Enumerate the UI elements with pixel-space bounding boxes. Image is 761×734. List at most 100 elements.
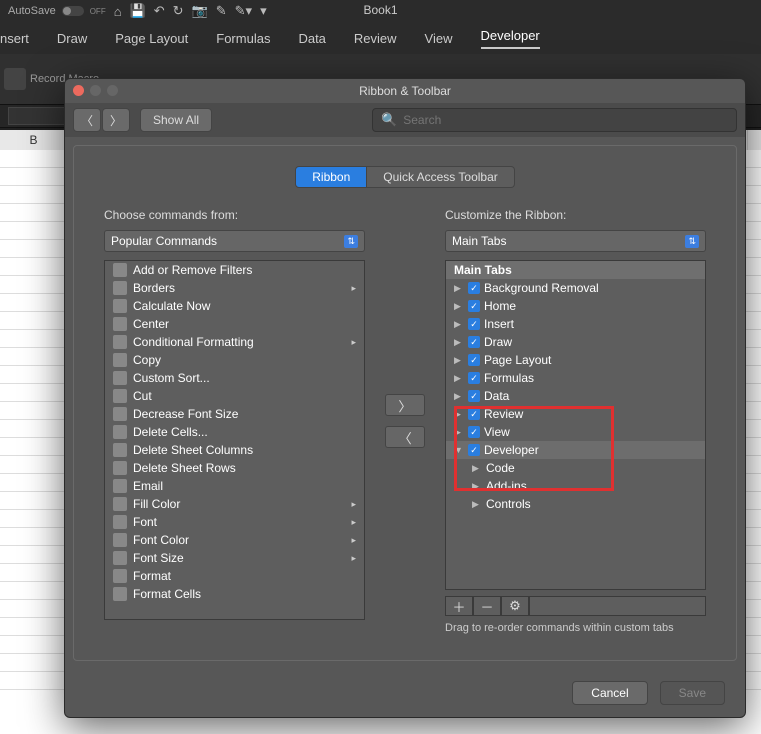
ribbon-tab-item[interactable]: ▶✓Formulas xyxy=(446,369,705,387)
camera-icon[interactable]: 📷 xyxy=(192,3,208,19)
command-item[interactable]: Delete Cells... xyxy=(105,423,364,441)
ribbon-tab-item[interactable]: ▶✓Data xyxy=(446,387,705,405)
command-label: Borders xyxy=(133,281,175,295)
ribbon-tab-item[interactable]: ▶✓Draw xyxy=(446,333,705,351)
disclosure-triangle-icon[interactable]: ▶ xyxy=(454,319,464,330)
tab-checkbox[interactable]: ✓ xyxy=(468,444,480,456)
tab-insert[interactable]: nsert xyxy=(0,31,29,46)
tab-checkbox[interactable]: ✓ xyxy=(468,300,480,312)
command-item[interactable]: Font▸ xyxy=(105,513,364,531)
disclosure-triangle-icon[interactable]: ▶ xyxy=(454,391,464,402)
save-icon[interactable]: 💾 xyxy=(130,3,146,19)
col-b[interactable]: B xyxy=(0,130,68,150)
ribbon-group-item[interactable]: ▶Controls xyxy=(446,495,705,513)
edit2-icon[interactable]: ✎▾ xyxy=(235,3,252,19)
tab-developer[interactable]: Developer xyxy=(481,28,540,49)
command-item[interactable]: Email xyxy=(105,477,364,495)
command-item[interactable]: Delete Sheet Columns xyxy=(105,441,364,459)
disclosure-triangle-icon[interactable]: ▶ xyxy=(472,499,482,510)
tab-checkbox[interactable]: ✓ xyxy=(468,408,480,420)
redo-icon[interactable]: ↻ xyxy=(173,3,184,19)
tab-checkbox[interactable]: ✓ xyxy=(468,372,480,384)
customize-ribbon-dropdown[interactable]: Main Tabs ⇅ xyxy=(445,230,706,252)
overflow-icon[interactable]: ▾ xyxy=(260,3,267,19)
zoom-icon[interactable] xyxy=(107,85,118,96)
undo-icon[interactable]: ↶ xyxy=(154,3,165,19)
disclosure-triangle-icon[interactable]: ▼ xyxy=(454,445,464,455)
tabs-listbox[interactable]: Main Tabs▶✓Background Removal▶✓Home▶✓Ins… xyxy=(445,260,706,590)
disclosure-triangle-icon[interactable]: ▶ xyxy=(454,427,464,438)
dialog-titlebar: Ribbon & Toolbar xyxy=(65,79,745,103)
disclosure-triangle-icon[interactable]: ▶ xyxy=(454,301,464,312)
tab-review[interactable]: Review xyxy=(354,31,397,46)
tab-checkbox[interactable]: ✓ xyxy=(468,282,480,294)
tab-data[interactable]: Data xyxy=(298,31,325,46)
seg-ribbon[interactable]: Ribbon xyxy=(295,166,367,188)
command-item[interactable]: Borders▸ xyxy=(105,279,364,297)
ribbon-group-item[interactable]: ▶Code xyxy=(446,459,705,477)
command-item[interactable]: Cut xyxy=(105,387,364,405)
command-item[interactable]: Format Cells xyxy=(105,585,364,603)
remove-tab-button[interactable]: － xyxy=(473,596,501,616)
home-icon[interactable]: ⌂ xyxy=(114,4,122,19)
record-macro-icon[interactable] xyxy=(4,68,26,90)
disclosure-triangle-icon[interactable]: ▶ xyxy=(454,373,464,384)
add-tab-button[interactable]: ＋ xyxy=(445,596,473,616)
tab-draw[interactable]: Draw xyxy=(57,31,87,46)
autosave-toggle[interactable] xyxy=(62,6,84,16)
command-item[interactable]: Add or Remove Filters xyxy=(105,261,364,279)
disclosure-triangle-icon[interactable]: ▶ xyxy=(472,481,482,492)
disclosure-triangle-icon[interactable]: ▶ xyxy=(454,355,464,366)
command-item[interactable]: Copy xyxy=(105,351,364,369)
ribbon-tab-developer[interactable]: ▼✓Developer xyxy=(446,441,705,459)
tab-formulas[interactable]: Formulas xyxy=(216,31,270,46)
ribbon-tab-item[interactable]: ▶✓Background Removal xyxy=(446,279,705,297)
show-all-button[interactable]: Show All xyxy=(140,108,212,132)
disclosure-triangle-icon[interactable]: ▶ xyxy=(472,463,482,474)
command-item[interactable]: Fill Color▸ xyxy=(105,495,364,513)
tab-view[interactable]: View xyxy=(425,31,453,46)
minimize-icon[interactable] xyxy=(90,85,101,96)
tab-checkbox[interactable]: ✓ xyxy=(468,354,480,366)
cancel-button[interactable]: Cancel xyxy=(572,681,647,705)
commands-listbox[interactable]: Add or Remove FiltersBorders▸Calculate N… xyxy=(104,260,365,620)
tab-checkbox[interactable]: ✓ xyxy=(468,426,480,438)
disclosure-triangle-icon[interactable]: ▶ xyxy=(454,283,464,294)
choose-commands-dropdown[interactable]: Popular Commands ⇅ xyxy=(104,230,365,252)
forward-button[interactable]: 〉 xyxy=(102,108,130,132)
command-item[interactable]: Format xyxy=(105,567,364,585)
seg-qat[interactable]: Quick Access Toolbar xyxy=(367,166,515,188)
remove-command-button[interactable]: 〈 xyxy=(385,426,425,448)
tab-checkbox[interactable]: ✓ xyxy=(468,318,480,330)
command-item[interactable]: Center xyxy=(105,315,364,333)
tab-page-layout[interactable]: Page Layout xyxy=(115,31,188,46)
command-item[interactable]: Calculate Now xyxy=(105,297,364,315)
tab-options-button[interactable]: ⚙ xyxy=(501,596,529,616)
search-input[interactable] xyxy=(403,113,728,127)
ribbon-tab-item[interactable]: ▶✓Home xyxy=(446,297,705,315)
command-item[interactable]: Font Size▸ xyxy=(105,549,364,567)
disclosure-triangle-icon[interactable]: ▶ xyxy=(454,409,464,420)
ribbon-tab-item[interactable]: ▶✓Review xyxy=(446,405,705,423)
ribbon-group-item[interactable]: ▶Add-ins xyxy=(446,477,705,495)
ribbon-tab-item[interactable]: ▶✓Insert xyxy=(446,315,705,333)
close-icon[interactable] xyxy=(73,85,84,96)
command-item[interactable]: Delete Sheet Rows xyxy=(105,459,364,477)
command-label: Copy xyxy=(133,353,161,367)
command-item[interactable]: Font Color▸ xyxy=(105,531,364,549)
back-button[interactable]: 〈 xyxy=(73,108,101,132)
save-button[interactable]: Save xyxy=(660,681,725,705)
disclosure-triangle-icon[interactable]: ▶ xyxy=(454,337,464,348)
search-field[interactable]: 🔍 xyxy=(372,108,737,132)
command-item[interactable]: Conditional Formatting▸ xyxy=(105,333,364,351)
command-icon xyxy=(113,371,127,385)
command-item[interactable]: Decrease Font Size xyxy=(105,405,364,423)
add-command-button[interactable]: 〉 xyxy=(385,394,425,416)
ribbon-tab-item[interactable]: ▶✓Page Layout xyxy=(446,351,705,369)
ribbon-tab-item[interactable]: ▶✓View xyxy=(446,423,705,441)
name-box[interactable] xyxy=(8,107,68,125)
tab-checkbox[interactable]: ✓ xyxy=(468,390,480,402)
edit-icon[interactable]: ✎ xyxy=(216,3,227,19)
command-item[interactable]: Custom Sort... xyxy=(105,369,364,387)
tab-checkbox[interactable]: ✓ xyxy=(468,336,480,348)
